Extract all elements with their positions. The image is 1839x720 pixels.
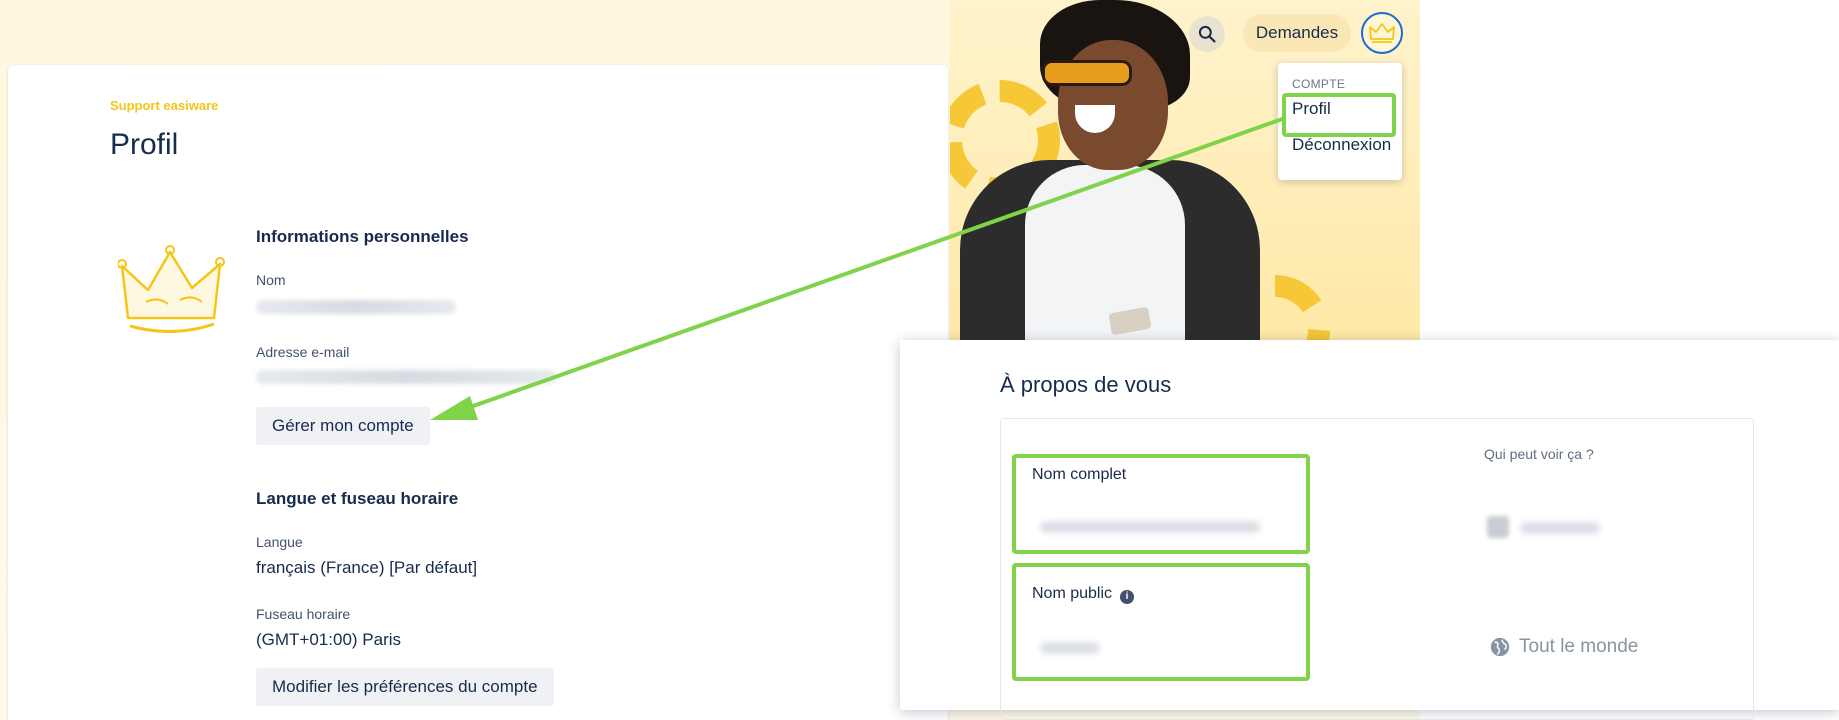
search-button[interactable] xyxy=(1189,16,1225,52)
visibility-everyone[interactable]: Tout le monde xyxy=(1489,636,1638,658)
person-shirt xyxy=(1025,165,1185,345)
profile-card xyxy=(8,65,948,720)
email-value-redacted xyxy=(256,370,556,384)
requests-button[interactable]: Demandes xyxy=(1243,14,1351,52)
search-icon xyxy=(1198,25,1216,43)
highlight-profile xyxy=(1282,93,1396,137)
visibility-column-label: Qui peut voir ça ? xyxy=(1484,446,1594,462)
page-title: Profil xyxy=(110,128,179,161)
globe-icon xyxy=(1490,637,1510,657)
full-name-label: Nom complet xyxy=(1032,466,1127,483)
language-value: français (France) [Par défaut] xyxy=(256,558,478,577)
visibility-everyone-label: Tout le monde xyxy=(1519,636,1639,657)
org-visibility-value-redacted[interactable] xyxy=(1520,522,1600,534)
crown-avatar-icon xyxy=(118,245,225,333)
language-section-title: Langue et fuseau horaire xyxy=(256,489,459,508)
public-name-label-text: Nom public xyxy=(1032,585,1113,602)
crown-icon xyxy=(1369,23,1395,43)
org-visibility-icon xyxy=(1487,516,1509,538)
email-label: Adresse e-mail xyxy=(256,344,350,360)
personal-info-title: Informations personnelles xyxy=(256,227,469,246)
info-icon[interactable]: i xyxy=(1120,590,1135,604)
full-name-value-redacted[interactable] xyxy=(1040,521,1260,533)
person-sunglasses xyxy=(1042,60,1132,86)
avatar[interactable] xyxy=(1361,12,1403,54)
manage-account-button[interactable]: Gérer mon compte xyxy=(256,407,430,445)
name-label: Nom xyxy=(256,272,286,288)
public-name-label: Nom public i xyxy=(1032,585,1135,604)
brand-link[interactable]: Support easiware xyxy=(110,98,218,113)
name-value-redacted xyxy=(256,300,456,314)
about-you-title: À propos de vous xyxy=(1000,372,1172,397)
account-menu-heading: COMPTE xyxy=(1292,77,1346,91)
timezone-value: (GMT+01:00) Paris xyxy=(256,630,402,649)
highlight-public-name xyxy=(1012,563,1310,681)
edit-preferences-button[interactable]: Modifier les préférences du compte xyxy=(256,668,554,706)
public-name-value-redacted[interactable] xyxy=(1040,642,1100,654)
language-label: Langue xyxy=(256,534,303,550)
timezone-label: Fuseau horaire xyxy=(256,606,351,622)
